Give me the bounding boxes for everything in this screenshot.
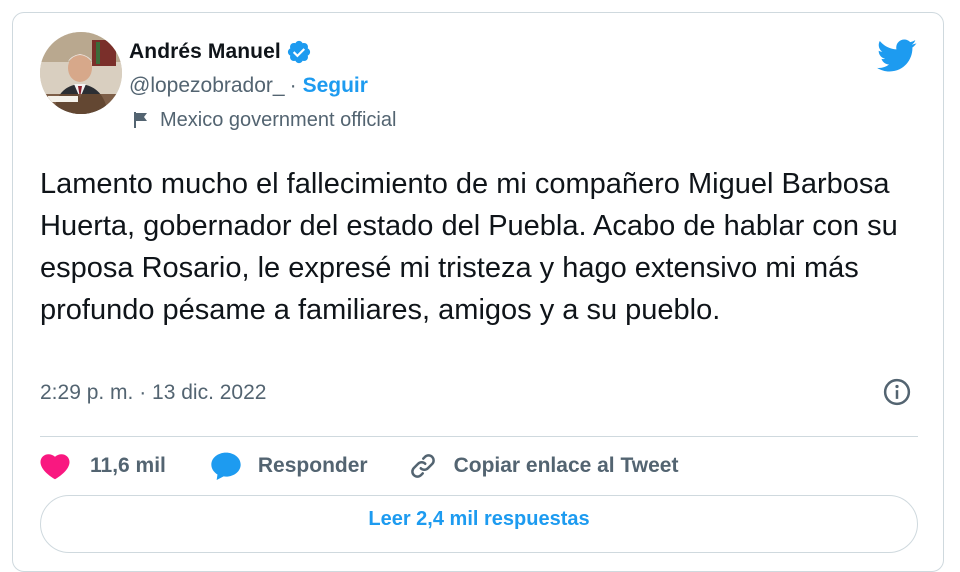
divider: [40, 436, 918, 437]
verified-badge-icon: [287, 40, 310, 64]
info-icon[interactable]: [882, 377, 912, 407]
copy-link-button[interactable]: Copiar enlace al Tweet: [408, 451, 679, 481]
link-icon: [410, 454, 435, 478]
author-handle[interactable]: @lopezobrador_: [129, 74, 285, 98]
account-label-row: Mexico government official: [129, 107, 396, 133]
follow-button[interactable]: Seguir: [303, 74, 368, 98]
separator-dot: ·: [289, 74, 297, 97]
author-name[interactable]: Andrés Manuel: [129, 40, 281, 64]
reply-button[interactable]: Responder: [210, 451, 368, 481]
account-label: Mexico government official: [160, 108, 397, 131]
avatar[interactable]: [40, 32, 122, 114]
like-button[interactable]: 11,6 mil: [40, 452, 166, 480]
tweet-timestamp-row: 2:29 p. m. · 13 dic. 2022: [40, 377, 266, 409]
tweet-actions: 11,6 mil Responder Copiar enlace al Twee…: [40, 446, 678, 486]
copy-link-label: Copiar enlace al Tweet: [453, 454, 679, 477]
reply-bubble-icon: [211, 452, 241, 480]
read-replies-button[interactable]: Leer 2,4 mil respuestas: [40, 495, 918, 553]
tweet-timestamp[interactable]: 2:29 p. m. · 13 dic. 2022: [40, 381, 266, 405]
heart-icon: [40, 454, 70, 480]
reply-label: Responder: [257, 454, 368, 477]
twitter-bird-icon[interactable]: [877, 39, 917, 73]
author-handle-row: @lopezobrador_ · Seguir: [129, 73, 368, 99]
avatar-photo: [40, 32, 122, 114]
tweet-text: Lamento mucho el fallecimiento de mi com…: [40, 168, 898, 326]
author-name-row: Andrés Manuel: [129, 37, 312, 67]
like-count: 11,6 mil: [90, 454, 166, 477]
flag-icon: [134, 112, 147, 128]
tweet-card: Andrés Manuel @lopezobrador_ · Seguir Me…: [12, 12, 944, 572]
